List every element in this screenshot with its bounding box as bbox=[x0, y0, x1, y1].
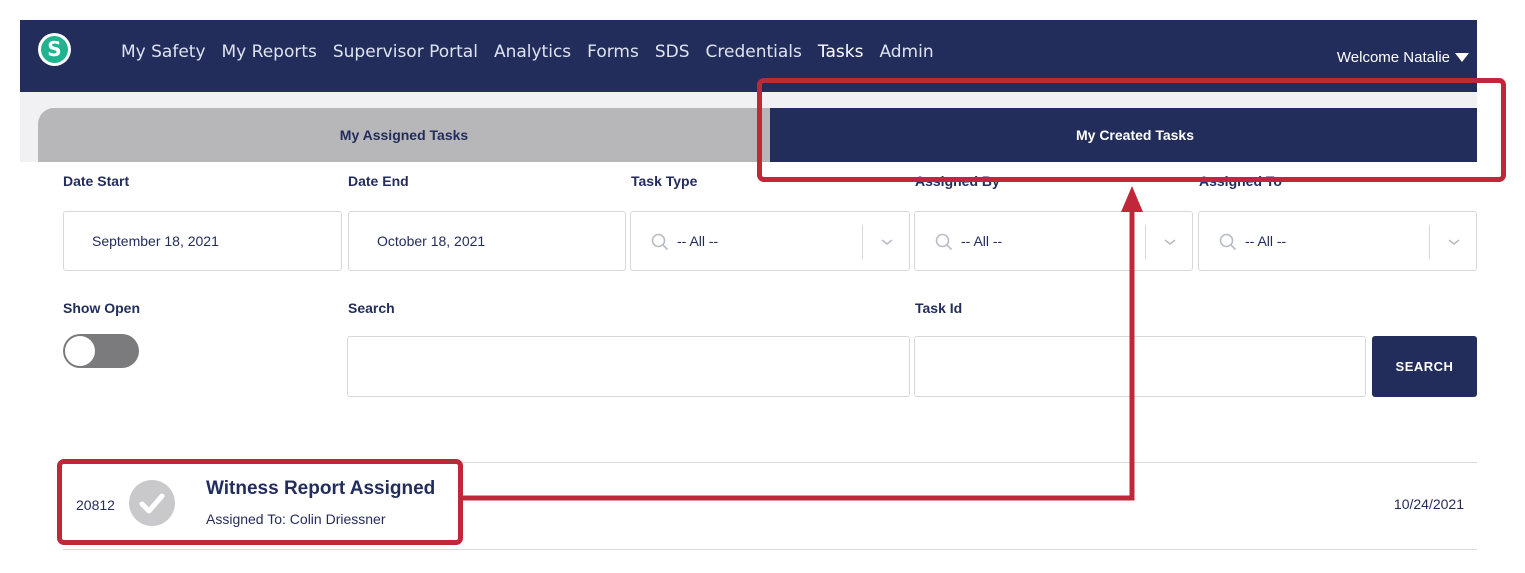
nav-link-credentials[interactable]: Credentials bbox=[706, 42, 802, 62]
assigned-by-value: -- All -- bbox=[961, 233, 1003, 249]
nav-link-tasks[interactable]: Tasks bbox=[818, 42, 864, 62]
list-divider-bottom bbox=[63, 549, 1477, 550]
search-button-label: SEARCH bbox=[1395, 359, 1454, 374]
toggle-knob bbox=[65, 336, 95, 366]
nav-link-sds[interactable]: SDS bbox=[655, 42, 690, 62]
search-icon bbox=[1219, 233, 1237, 251]
caret-down-icon bbox=[1455, 53, 1469, 62]
date-start-input[interactable]: September 18, 2021 bbox=[63, 211, 342, 271]
search-icon bbox=[651, 233, 669, 251]
welcome-text: Welcome Natalie bbox=[1336, 49, 1450, 66]
date-end-value: October 18, 2021 bbox=[377, 233, 486, 249]
task-type-label: Task Type bbox=[631, 173, 698, 189]
date-start-label: Date Start bbox=[63, 173, 130, 189]
nav-link-supervisor-portal[interactable]: Supervisor Portal bbox=[333, 42, 478, 62]
nav-link-forms[interactable]: Forms bbox=[587, 42, 639, 62]
task-id-input[interactable] bbox=[914, 336, 1366, 397]
search-button[interactable]: SEARCH bbox=[1372, 336, 1477, 397]
annotation-box-task bbox=[57, 459, 463, 545]
assigned-by-select[interactable]: -- All -- bbox=[914, 211, 1193, 271]
task-date: 10/24/2021 bbox=[1393, 496, 1464, 512]
user-menu[interactable]: Welcome Natalie bbox=[1337, 49, 1469, 66]
assigned-to-value: -- All -- bbox=[1245, 233, 1287, 249]
nav-link-my-safety[interactable]: My Safety bbox=[121, 42, 206, 62]
search-icon bbox=[935, 233, 953, 251]
chevron-down-icon bbox=[1448, 239, 1460, 246]
select-divider bbox=[862, 225, 863, 259]
search-label: Search bbox=[348, 300, 395, 316]
date-start-value: September 18, 2021 bbox=[92, 233, 219, 249]
tab-my-assigned-tasks[interactable]: My Assigned Tasks bbox=[38, 108, 770, 162]
select-divider bbox=[1145, 225, 1146, 259]
annotation-box-created-tasks bbox=[757, 78, 1506, 182]
nav-links: My Safety My Reports Supervisor Portal A… bbox=[121, 42, 950, 62]
nav-link-my-reports[interactable]: My Reports bbox=[222, 42, 317, 62]
task-type-value: -- All -- bbox=[677, 233, 719, 249]
date-end-label: Date End bbox=[348, 173, 409, 189]
assigned-to-select[interactable]: -- All -- bbox=[1198, 211, 1477, 271]
show-open-toggle[interactable] bbox=[63, 334, 139, 368]
logo[interactable]: S bbox=[38, 33, 71, 66]
task-id-label: Task Id bbox=[915, 300, 963, 316]
logo-letter: S bbox=[41, 36, 68, 63]
chevron-down-icon bbox=[1164, 239, 1176, 246]
search-input[interactable] bbox=[347, 336, 910, 397]
chevron-down-icon bbox=[881, 239, 893, 246]
nav-link-admin[interactable]: Admin bbox=[879, 42, 933, 62]
select-divider bbox=[1429, 225, 1430, 259]
nav-link-analytics[interactable]: Analytics bbox=[494, 42, 571, 62]
show-open-label: Show Open bbox=[63, 300, 140, 316]
tab-label: My Assigned Tasks bbox=[339, 127, 469, 143]
task-type-select[interactable]: -- All -- bbox=[630, 211, 910, 271]
date-end-input[interactable]: October 18, 2021 bbox=[348, 211, 626, 271]
